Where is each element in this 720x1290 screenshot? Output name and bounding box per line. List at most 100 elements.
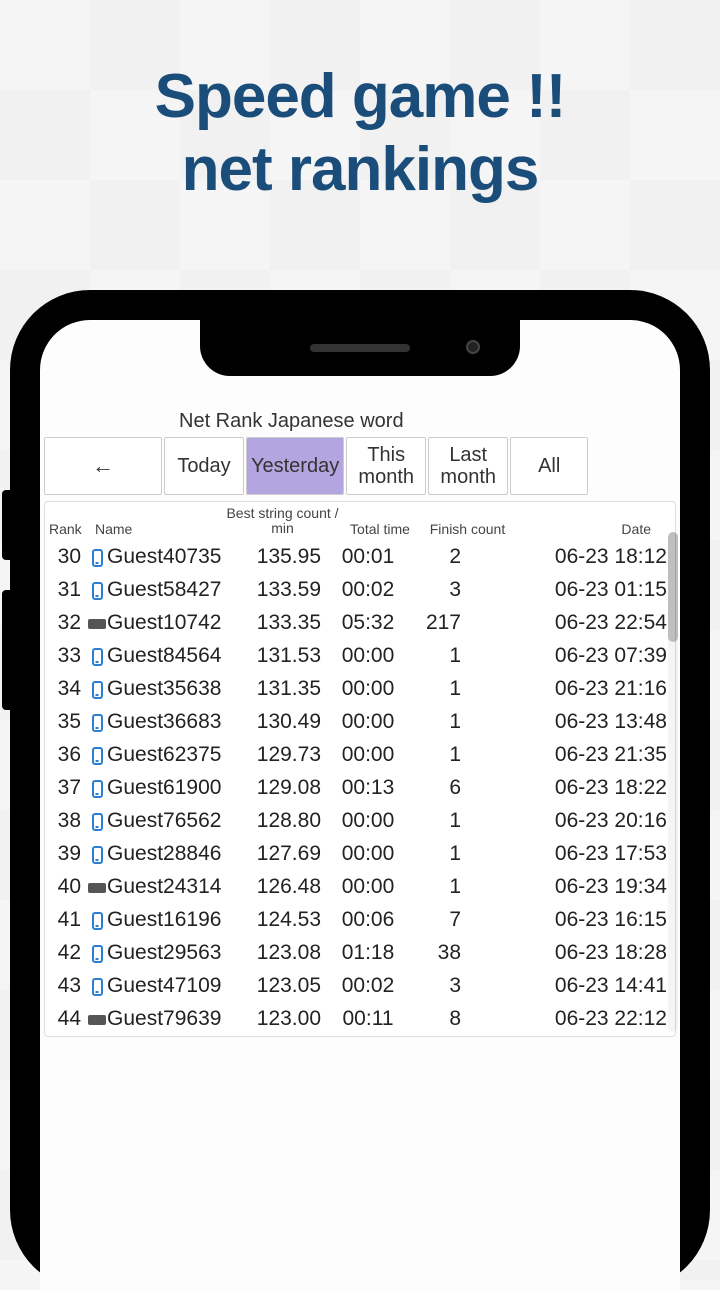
back-button[interactable]: ←: [44, 437, 162, 495]
cell-name: Guest84564: [107, 644, 239, 668]
cell-device-icon: [87, 842, 107, 866]
cell-date: 06-23 01:15: [467, 578, 675, 602]
cell-name: Guest35638: [107, 677, 239, 701]
cell-total: 00:00: [327, 677, 409, 701]
cell-device-icon: [87, 677, 107, 701]
cell-device-icon: [87, 743, 107, 767]
table-body[interactable]: 30Guest40735135.9500:01206-23 18:1231Gue…: [45, 541, 675, 1036]
cell-rank: 36: [45, 743, 87, 767]
cell-finish: 8: [409, 1007, 467, 1031]
cell-best: 123.00: [239, 1007, 327, 1031]
cell-rank: 32: [45, 611, 87, 635]
keyboard-icon: [88, 883, 106, 893]
phone-icon: [92, 714, 103, 732]
tab-yesterday[interactable]: Yesterday: [246, 437, 344, 495]
cell-finish: 38: [409, 941, 467, 965]
cell-rank: 34: [45, 677, 87, 701]
cell-rank: 35: [45, 710, 87, 734]
table-row[interactable]: 40Guest24314126.4800:00106-23 19:34: [45, 871, 675, 904]
cell-device-icon: [87, 809, 107, 833]
cell-date: 06-23 07:39: [467, 644, 675, 668]
cell-device-icon: [87, 941, 107, 965]
cell-rank: 31: [45, 578, 87, 602]
table-row[interactable]: 31Guest58427133.5900:02306-23 01:15: [45, 574, 675, 607]
phone-volume-button: [2, 590, 10, 710]
cell-date: 06-23 21:16: [467, 677, 675, 701]
tab-last-month[interactable]: Last month: [428, 437, 508, 495]
phone-screen: Net Rank Japanese word ← Today Yesterday…: [40, 320, 680, 1290]
cell-finish: 3: [409, 974, 467, 998]
phone-icon: [92, 945, 103, 963]
table-row[interactable]: 39Guest28846127.6900:00106-23 17:53: [45, 838, 675, 871]
keyboard-icon: [88, 619, 106, 629]
cell-device-icon: [87, 908, 107, 932]
cell-name: Guest62375: [107, 743, 239, 767]
table-row[interactable]: 43Guest47109123.0500:02306-23 14:41: [45, 970, 675, 1003]
cell-finish: 7: [409, 908, 467, 932]
cell-finish: 1: [409, 743, 467, 767]
phone-icon: [92, 549, 103, 567]
cell-device-icon: [87, 545, 107, 569]
cell-finish: 1: [409, 644, 467, 668]
cell-name: Guest28846: [107, 842, 239, 866]
cell-name: Guest36683: [107, 710, 239, 734]
app-content: Net Rank Japanese word ← Today Yesterday…: [40, 320, 680, 1290]
cell-total: 00:00: [327, 842, 409, 866]
cell-date: 06-23 20:16: [467, 809, 675, 833]
speaker-icon: [310, 344, 410, 352]
cell-finish: 6: [409, 776, 467, 800]
cell-date: 06-23 17:53: [467, 842, 675, 866]
cell-best: 129.08: [239, 776, 327, 800]
cell-best: 131.35: [239, 677, 327, 701]
cell-rank: 41: [45, 908, 87, 932]
scrollbar[interactable]: [668, 532, 678, 1032]
phone-icon: [92, 846, 103, 864]
col-date: Date: [515, 521, 675, 537]
phone-icon: [92, 813, 103, 831]
cell-rank: 40: [45, 875, 87, 899]
tab-today[interactable]: Today: [164, 437, 244, 495]
cell-finish: 1: [409, 677, 467, 701]
table-row[interactable]: 35Guest36683130.4900:00106-23 13:48: [45, 706, 675, 739]
cell-finish: 217: [409, 611, 467, 635]
table-row[interactable]: 37Guest61900129.0800:13606-23 18:22: [45, 772, 675, 805]
cell-total: 01:18: [327, 941, 409, 965]
cell-total: 00:06: [327, 908, 409, 932]
cell-date: 06-23 18:22: [467, 776, 675, 800]
cell-total: 00:01: [327, 545, 409, 569]
headline-line1: Speed game !!: [0, 60, 720, 133]
tab-this-month[interactable]: This month: [346, 437, 426, 495]
table-row[interactable]: 38Guest76562128.8000:00106-23 20:16: [45, 805, 675, 838]
tab-bar: ← Today Yesterday This month Last month …: [44, 437, 676, 495]
scrollbar-thumb[interactable]: [668, 532, 678, 642]
table-row[interactable]: 33Guest84564131.5300:00106-23 07:39: [45, 640, 675, 673]
cell-device-icon: [87, 875, 107, 899]
cell-finish: 1: [409, 842, 467, 866]
table-row[interactable]: 41Guest16196124.5300:06706-23 16:15: [45, 904, 675, 937]
table-header: Rank Name Best string count / min Total …: [45, 502, 675, 541]
table-row[interactable]: 36Guest62375129.7300:00106-23 21:35: [45, 739, 675, 772]
cell-best: 131.53: [239, 644, 327, 668]
cell-best: 130.49: [239, 710, 327, 734]
cell-best: 133.59: [239, 578, 327, 602]
cell-name: Guest47109: [107, 974, 239, 998]
table-row[interactable]: 44Guest79639123.0000:11806-23 22:12: [45, 1003, 675, 1036]
cell-best: 126.48: [239, 875, 327, 899]
cell-device-icon: [87, 644, 107, 668]
tab-all[interactable]: All: [510, 437, 588, 495]
table-row[interactable]: 30Guest40735135.9500:01206-23 18:12: [45, 541, 675, 574]
cell-rank: 33: [45, 644, 87, 668]
cell-device-icon: [87, 974, 107, 998]
cell-total: 00:11: [327, 1007, 409, 1031]
cell-device-icon: [87, 710, 107, 734]
table-row[interactable]: 42Guest29563123.0801:183806-23 18:28: [45, 937, 675, 970]
cell-finish: 1: [409, 875, 467, 899]
cell-total: 00:00: [327, 809, 409, 833]
cell-total: 00:00: [327, 710, 409, 734]
phone-notch: [200, 320, 520, 376]
table-row[interactable]: 32Guest10742133.3505:3221706-23 22:54: [45, 607, 675, 640]
table-row[interactable]: 34 Guest35638131.3500:00106-23 21:16: [45, 673, 675, 706]
cell-name: Guest61900: [107, 776, 239, 800]
phone-icon: [92, 780, 103, 798]
cell-rank: 43: [45, 974, 87, 998]
